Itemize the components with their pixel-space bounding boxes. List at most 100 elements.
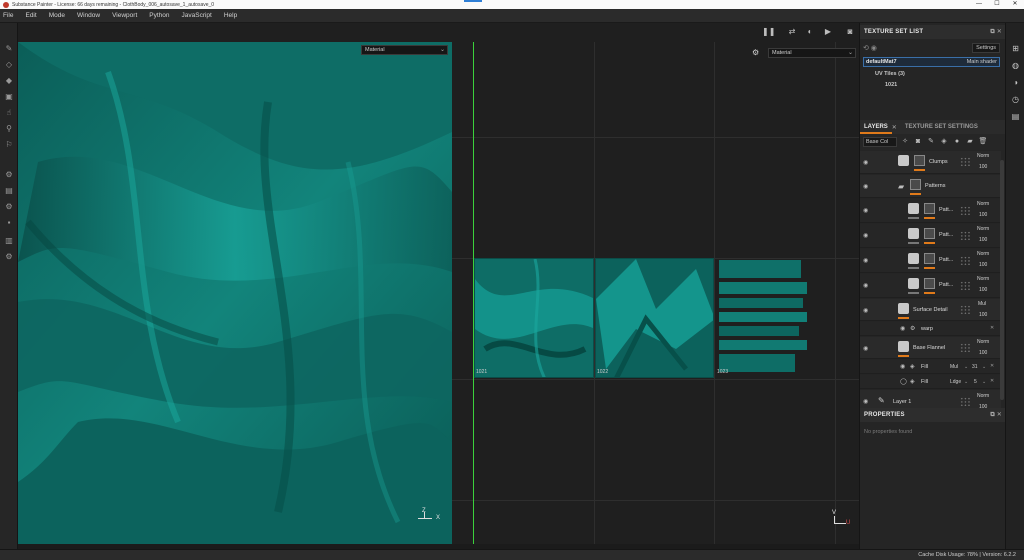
add-folder-icon[interactable]: ▰: [965, 137, 975, 147]
close-button[interactable]: ✕: [1006, 0, 1024, 9]
blend-mode[interactable]: Mul: [978, 301, 986, 307]
channel-grid-icon[interactable]: [960, 206, 971, 216]
bake-icon[interactable]: ⚙: [4, 201, 14, 211]
layer-row[interactable]: ◉ Base Flannel Norm 100: [860, 337, 1001, 359]
effect-row[interactable]: ◯ ◈ Fill Ldge ⌄ 5 ⌄ ✕: [860, 375, 1001, 389]
visibility-eye-icon[interactable]: ◉: [863, 207, 868, 214]
effect-row[interactable]: ◉ ⚙ warp ✕: [860, 322, 1001, 336]
shelf-panel-icon[interactable]: ◍: [1010, 60, 1021, 71]
viewport-3d[interactable]: Material ⌄ Z X: [18, 42, 452, 544]
add-paint-layer-icon[interactable]: ✎: [926, 137, 936, 147]
visibility-eye-icon[interactable]: ◯: [900, 378, 907, 385]
shader-name[interactable]: Main shader: [967, 59, 997, 65]
screenshot-icon[interactable]: ◙: [844, 27, 856, 37]
eraser-icon[interactable]: ◇: [4, 59, 14, 69]
blend-mode[interactable]: Mul: [950, 364, 958, 370]
uv-tile-1021[interactable]: [474, 258, 594, 378]
effect-row[interactable]: ◉ ◈ Fill Mul ⌄ 31 ⌄ ✕: [860, 360, 1001, 374]
display-settings-icon[interactable]: ▤: [4, 185, 14, 195]
uv-settings-icon[interactable]: ⚙: [752, 48, 759, 57]
uv-tiles-group[interactable]: UV Tiles (3): [863, 69, 1000, 79]
view-mode-icon[interactable]: ◐: [804, 27, 816, 37]
polygon-fill-icon[interactable]: ▣: [4, 91, 14, 101]
add-effect-icon[interactable]: ✧: [900, 137, 910, 147]
panel-controls[interactable]: ⧉ ✕: [990, 28, 1002, 36]
camera-icon[interactable]: ▶: [822, 27, 834, 37]
pause-icon[interactable]: ❚❚: [762, 27, 775, 37]
effect-opacity[interactable]: 5: [974, 379, 977, 385]
layer-opacity[interactable]: 100: [979, 350, 987, 356]
texture-set-list-icon[interactable]: ⊞: [1010, 43, 1021, 54]
display-settings-icon[interactable]: ◑: [1010, 77, 1021, 88]
layers-scrollbar[interactable]: [1000, 160, 1004, 400]
channel-select-3d[interactable]: Material ⌄: [361, 45, 448, 55]
visibility-eye-icon[interactable]: ◉: [863, 307, 868, 314]
channel-grid-icon[interactable]: [960, 281, 971, 291]
material-picker-icon[interactable]: ⚐: [4, 139, 14, 149]
remove-effect-icon[interactable]: ✕: [990, 378, 994, 384]
visibility-eye-icon[interactable]: ◉: [900, 363, 905, 370]
layer-row[interactable]: ◉ Patt... Norm 100: [860, 199, 1001, 223]
tab-layers[interactable]: LAYERS: [860, 120, 892, 134]
projection-icon[interactable]: ◆: [4, 75, 14, 85]
menu-python[interactable]: Python: [149, 12, 169, 19]
texture-set-settings-button[interactable]: Settings: [972, 43, 1000, 53]
remove-effect-icon[interactable]: ✕: [990, 363, 994, 369]
layer-row[interactable]: ◉ Clumps Norm 100: [860, 151, 1001, 174]
log-icon[interactable]: ▤: [1010, 111, 1021, 122]
menu-viewport[interactable]: Viewport: [112, 12, 137, 19]
texture-set-item[interactable]: defaultMat7 Main shader: [863, 57, 1000, 67]
add-smart-material-icon[interactable]: ●: [952, 137, 962, 147]
menu-edit[interactable]: Edit: [25, 12, 36, 19]
layer-row[interactable]: ◉ ▰ Patterns: [860, 175, 1001, 198]
layer-opacity[interactable]: 100: [979, 287, 987, 293]
channel-select[interactable]: Base Col: [863, 137, 897, 147]
panel-controls[interactable]: ⧉ ✕: [990, 411, 1002, 419]
layer-opacity[interactable]: 100: [979, 237, 987, 243]
settings-gear-icon[interactable]: ⚙: [4, 169, 14, 179]
visibility-eye-icon[interactable]: ◉: [863, 398, 868, 405]
close-tab-icon[interactable]: ✕: [892, 124, 897, 131]
blend-mode[interactable]: Norm: [977, 276, 989, 282]
paint-brush-icon[interactable]: ✎: [4, 43, 14, 53]
menu-help[interactable]: Help: [224, 12, 237, 19]
channel-grid-icon[interactable]: [960, 231, 971, 241]
delete-layer-icon[interactable]: 🗑: [978, 137, 988, 147]
channel-grid-icon[interactable]: [960, 256, 971, 266]
visibility-eye-icon[interactable]: ◉: [863, 345, 868, 352]
minimize-button[interactable]: —: [970, 0, 988, 9]
visibility-eye-icon[interactable]: ◉: [863, 282, 868, 289]
channel-grid-icon[interactable]: [960, 397, 971, 407]
visibility-eye-icon[interactable]: ◉: [863, 257, 868, 264]
layer-opacity[interactable]: 100: [979, 164, 987, 170]
menu-mode[interactable]: Mode: [49, 12, 65, 19]
uv-tile-1023[interactable]: [715, 258, 807, 378]
menu-javascript[interactable]: JavaScript: [182, 12, 212, 19]
history-icon[interactable]: ◷: [1010, 94, 1021, 105]
add-mask-icon[interactable]: ◙: [913, 137, 923, 147]
layer-row[interactable]: ◉ Surface Detail Mul 100: [860, 299, 1001, 321]
viewport-2d-uv[interactable]: 1021 1022 1023 Material ⌄ ⚙ V U: [452, 42, 859, 544]
menu-file[interactable]: File: [3, 12, 13, 19]
layer-opacity[interactable]: 100: [979, 312, 987, 318]
blend-mode[interactable]: Norm: [977, 251, 989, 257]
blend-mode[interactable]: Norm: [977, 393, 989, 399]
blend-mode[interactable]: Norm: [977, 201, 989, 207]
channel-select-2d[interactable]: Material ⌄: [768, 48, 856, 58]
layer-opacity[interactable]: 100: [979, 212, 987, 218]
menu-window[interactable]: Window: [77, 12, 100, 19]
history-icon[interactable]: ⚙: [4, 251, 14, 261]
tab-texture-set-settings[interactable]: TEXTURE SET SETTINGS: [901, 120, 982, 134]
remove-effect-icon[interactable]: ✕: [990, 325, 994, 331]
symmetry-icon[interactable]: ⇄: [786, 27, 798, 37]
uv-tile-1022[interactable]: [595, 258, 714, 378]
channel-grid-icon[interactable]: [960, 343, 971, 353]
layer-row[interactable]: ◉ Patt... Norm 100: [860, 224, 1001, 248]
layer-row[interactable]: ◉ Patt... Norm 100: [860, 249, 1001, 273]
texture-set-icons[interactable]: ⟲ ◉: [863, 44, 877, 52]
add-fill-layer-icon[interactable]: ◈: [939, 137, 949, 147]
layer-opacity[interactable]: 100: [979, 262, 987, 268]
channel-grid-icon[interactable]: [960, 157, 971, 167]
smudge-icon[interactable]: ☝: [4, 107, 14, 117]
blend-mode[interactable]: Norm: [977, 226, 989, 232]
